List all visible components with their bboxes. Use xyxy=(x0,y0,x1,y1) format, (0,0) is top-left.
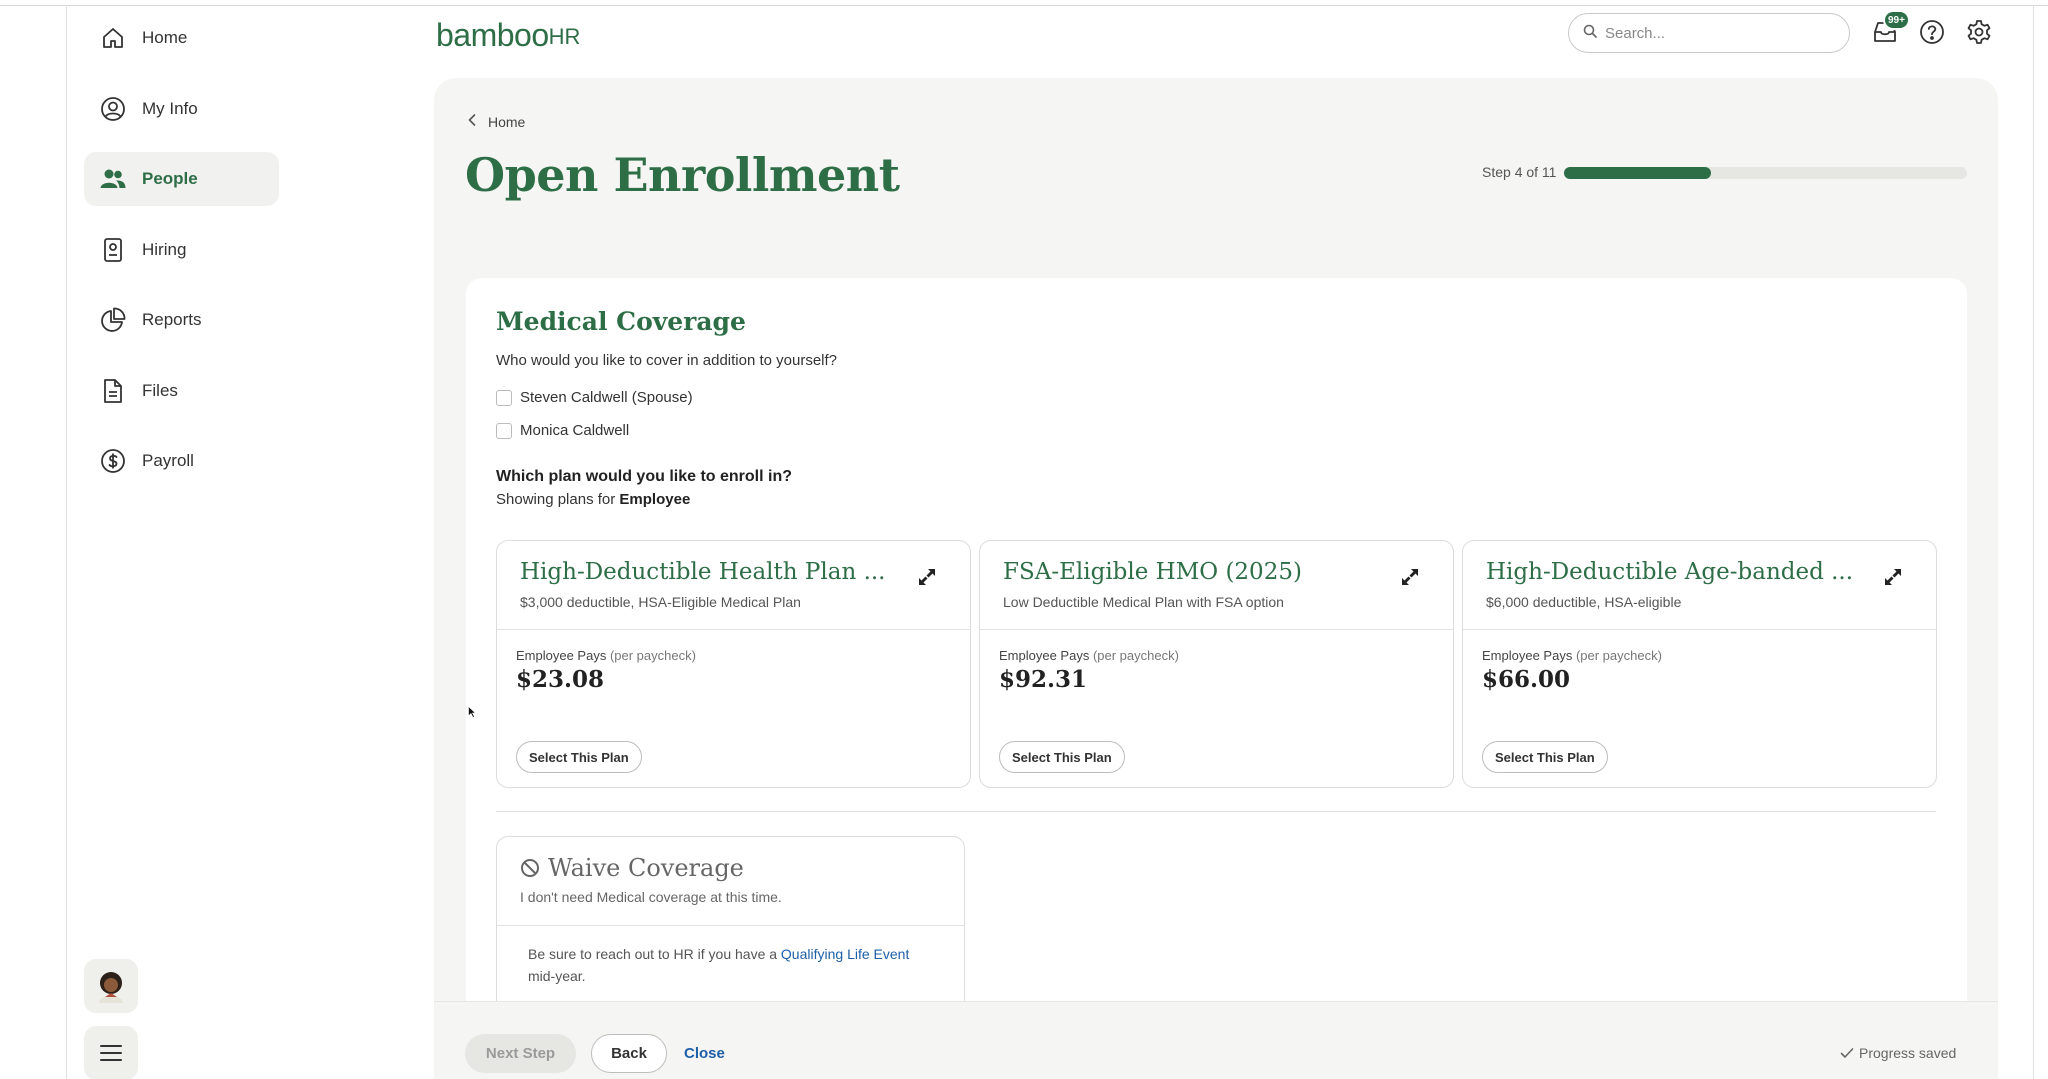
plan-title: High-Deductible Age-banded ... xyxy=(1486,559,1854,585)
divider xyxy=(1463,629,1936,630)
progress-saved: Progress saved xyxy=(1840,1045,1956,1061)
page-title: Open Enrollment xyxy=(465,148,900,202)
check-icon xyxy=(1840,1047,1854,1059)
people-icon xyxy=(98,164,128,194)
waive-coverage-card[interactable]: Waive Coverage I don't need Medical cove… xyxy=(496,836,965,1006)
step-label: Step 4 of 11 xyxy=(1482,164,1557,180)
section-divider xyxy=(496,811,1936,812)
qualifying-life-event-link[interactable]: Qualifying Life Event xyxy=(781,946,909,962)
select-plan-button[interactable]: Select This Plan xyxy=(999,741,1125,773)
plan-subtitle: $3,000 deductible, HSA-Eligible Medical … xyxy=(520,594,801,610)
breadcrumb-home[interactable]: Home xyxy=(488,114,525,130)
divider xyxy=(497,629,970,630)
sidebar-item-payroll[interactable]: Payroll xyxy=(84,434,279,488)
sidebar-item-label: Payroll xyxy=(142,451,194,470)
showing-plans-for: Employee xyxy=(619,491,691,508)
divider xyxy=(980,629,1453,630)
employee-pays-label: Employee Pays (per paycheck) xyxy=(516,648,696,663)
sidebar-item-label: Hiring xyxy=(142,240,187,259)
sidebar-item-label: People xyxy=(142,169,198,188)
settings-button[interactable] xyxy=(1964,17,1994,47)
next-step-button[interactable]: Next Step xyxy=(465,1034,576,1073)
sidebar-item-hiring[interactable]: Hiring xyxy=(84,223,279,277)
waive-subtitle: I don't need Medical coverage at this ti… xyxy=(520,889,782,905)
mouse-cursor-icon xyxy=(468,706,476,718)
employee-pays-label: Employee Pays (per paycheck) xyxy=(1482,648,1662,663)
sidebar-item-label: Files xyxy=(142,381,178,400)
sidebar-item-my-info[interactable]: My Info xyxy=(84,82,279,136)
sidebar-item-people[interactable]: People xyxy=(84,152,279,206)
breadcrumb[interactable]: Home xyxy=(468,113,525,131)
sidebar-item-label: Reports xyxy=(142,310,202,329)
dependent-checkbox-steven[interactable]: Steven Caldwell (Spouse) xyxy=(496,389,693,406)
plan-title: High-Deductible Health Plan ... xyxy=(520,559,886,585)
avatar-image xyxy=(99,972,123,1003)
plan-question: Which plan would you like to enroll in? xyxy=(496,468,792,485)
search-icon xyxy=(1583,24,1597,42)
expand-icon[interactable] xyxy=(1881,565,1905,589)
checkbox-label: Steven Caldwell (Spouse) xyxy=(520,389,693,406)
plan-card[interactable]: High-Deductible Health Plan ... $3,000 d… xyxy=(496,540,971,788)
sidebar-item-label: Home xyxy=(142,28,188,47)
chevron-left-icon xyxy=(468,113,476,131)
checkbox[interactable] xyxy=(496,422,512,439)
plan-subtitle: $6,000 deductible, HSA-eligible xyxy=(1486,594,1682,610)
plan-price: $66.00 xyxy=(1482,666,1571,693)
select-plan-button[interactable]: Select This Plan xyxy=(516,741,642,773)
window-top-border xyxy=(0,5,2048,6)
employee-pays-label: Employee Pays (per paycheck) xyxy=(999,648,1179,663)
sidebar-item-reports[interactable]: Reports xyxy=(84,293,279,347)
menu-button[interactable] xyxy=(84,1026,138,1079)
progress-fill xyxy=(1564,167,1711,179)
checkbox[interactable] xyxy=(496,389,512,406)
home-icon xyxy=(98,23,128,53)
plan-subtitle: Low Deductible Medical Plan with FSA opt… xyxy=(1003,594,1284,610)
ban-icon xyxy=(520,858,540,878)
divider xyxy=(497,925,964,926)
close-link[interactable]: Close xyxy=(684,1045,725,1062)
file-icon xyxy=(98,376,128,406)
id-badge-icon xyxy=(98,235,128,265)
sidebar-item-home[interactable]: Home xyxy=(84,11,279,65)
back-button[interactable]: Back xyxy=(591,1034,667,1073)
gear-icon xyxy=(1967,20,1991,44)
bamboohr-logo[interactable]: bamboo HR xyxy=(436,14,580,54)
window-right-border xyxy=(2033,5,2034,1079)
waive-note: Be sure to reach out to HR if you have a… xyxy=(528,946,910,984)
plan-title: FSA-Eligible HMO (2025) xyxy=(1003,559,1302,585)
plan-price: $92.31 xyxy=(999,666,1088,693)
notification-badge: 99+ xyxy=(1883,10,1910,30)
footer-bar xyxy=(434,1001,1998,1079)
help-button[interactable] xyxy=(1917,17,1947,47)
expand-icon[interactable] xyxy=(1398,565,1422,589)
pie-chart-icon xyxy=(98,305,128,335)
search-placeholder: Search... xyxy=(1605,24,1666,42)
section-title: Medical Coverage xyxy=(496,307,746,336)
user-circle-icon xyxy=(98,94,128,124)
progress-bar xyxy=(1564,167,1967,179)
waive-title: Waive Coverage xyxy=(520,854,744,882)
search-input[interactable]: Search... xyxy=(1568,13,1850,53)
sidebar-divider xyxy=(66,5,67,1079)
dependent-checkbox-monica[interactable]: Monica Caldwell xyxy=(496,422,629,439)
sidebar-item-files[interactable]: Files xyxy=(84,364,279,418)
expand-icon[interactable] xyxy=(915,565,939,589)
showing-plans-text: Showing plans for Employee xyxy=(496,491,691,508)
plan-card[interactable]: High-Deductible Age-banded ... $6,000 de… xyxy=(1462,540,1937,788)
select-plan-button[interactable]: Select This Plan xyxy=(1482,741,1608,773)
cover-question: Who would you like to cover in addition … xyxy=(496,352,838,369)
dollar-circle-icon xyxy=(98,446,128,476)
plan-card[interactable]: FSA-Eligible HMO (2025) Low Deductible M… xyxy=(979,540,1454,788)
help-icon xyxy=(1920,20,1944,44)
sidebar-item-label: My Info xyxy=(142,99,198,118)
hamburger-icon xyxy=(100,1045,122,1061)
plan-price: $23.08 xyxy=(516,666,605,693)
avatar[interactable] xyxy=(84,959,138,1013)
checkbox-label: Monica Caldwell xyxy=(520,422,630,439)
